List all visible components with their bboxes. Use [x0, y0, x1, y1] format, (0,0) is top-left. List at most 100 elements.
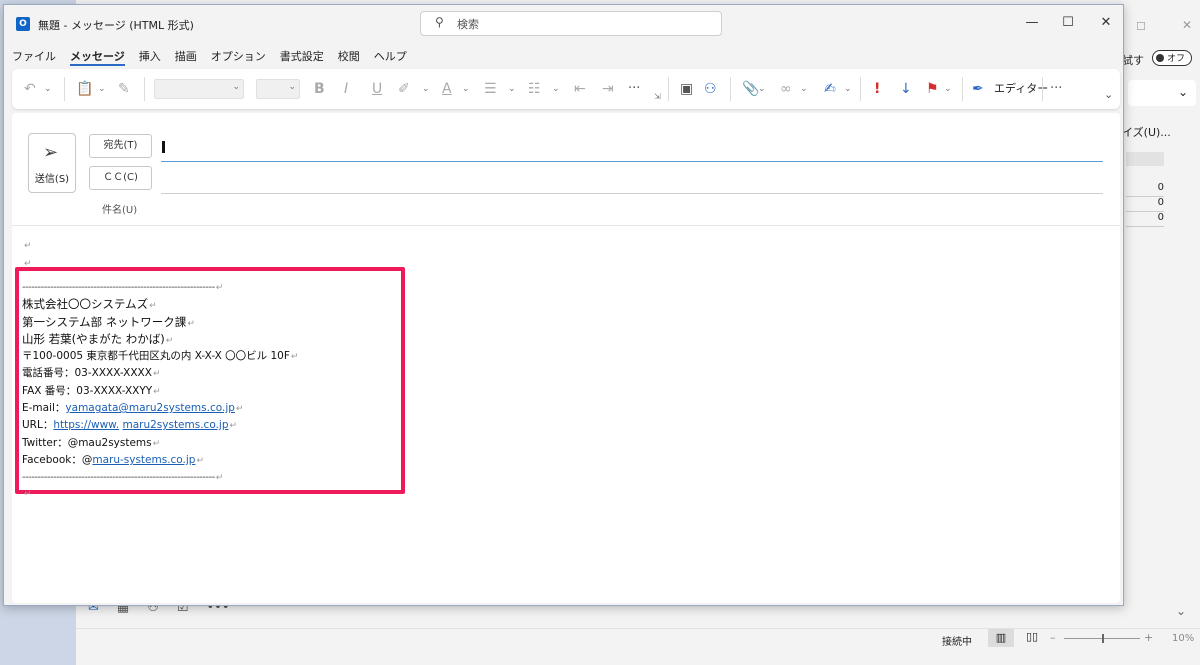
search-box[interactable]: ⚲: [420, 11, 722, 36]
signature-icon[interactable]: ✍: [824, 79, 836, 99]
menu-file[interactable]: ファイル: [12, 48, 56, 66]
low-importance-icon[interactable]: ↓: [900, 79, 912, 99]
ribbon-divider: [962, 77, 963, 101]
undo-icon[interactable]: ↶: [24, 79, 36, 99]
chevron-down-icon[interactable]: ⌄: [508, 79, 516, 99]
window-title: 無題 - メッセージ (HTML 形式): [38, 19, 194, 32]
italic-icon[interactable]: I: [344, 79, 348, 99]
url-link-part1[interactable]: https://www.: [53, 419, 119, 431]
paste-icon[interactable]: 📋: [76, 79, 93, 99]
high-importance-icon[interactable]: !: [874, 79, 880, 99]
increase-indent-icon[interactable]: ⇥: [602, 79, 614, 99]
check-names-icon[interactable]: ⚇: [704, 79, 717, 99]
more-format-icon[interactable]: ···: [628, 79, 640, 99]
bg-size-label[interactable]: イズ(U)...: [1122, 124, 1171, 140]
bg-header-row: [1126, 152, 1164, 166]
chevron-down-icon[interactable]: ⌄: [98, 79, 106, 99]
zoom-slider-thumb[interactable]: [1102, 634, 1104, 643]
status-bar: 接続中 ▥ ▯▯ – + 10%: [76, 628, 1200, 665]
chevron-down-icon[interactable]: ⌄: [800, 79, 808, 99]
chevron-down-icon[interactable]: ⌄: [944, 79, 952, 99]
menu-message[interactable]: メッセージ: [70, 48, 125, 66]
bg-dropdown[interactable]: ⌄: [1128, 80, 1196, 106]
font-size-select[interactable]: ⌄: [256, 79, 300, 99]
editor-button[interactable]: エディター: [994, 79, 1048, 99]
facebook-link[interactable]: maru-systems.co.jp: [92, 454, 195, 466]
outlook-icon: O: [16, 17, 30, 31]
format-painter-icon[interactable]: ✎: [118, 79, 130, 99]
bg-count-1: 0: [1157, 182, 1164, 193]
font-color-icon[interactable]: A: [442, 79, 452, 99]
address-book-icon[interactable]: ▣: [680, 79, 693, 99]
paragraph-mark: ↵: [153, 386, 161, 397]
cc-field[interactable]: [161, 193, 1103, 194]
to-button[interactable]: 宛先(T): [89, 134, 152, 158]
url-link-part2[interactable]: maru2systems.co.jp: [122, 419, 228, 431]
send-label: 送信(S): [34, 174, 70, 185]
menu-draw[interactable]: 描画: [175, 48, 197, 66]
chevron-down-icon[interactable]: ⌄: [552, 79, 560, 99]
signature-block[interactable]: ----------------------------------------…: [22, 279, 298, 487]
flag-icon[interactable]: ⚑: [926, 79, 939, 99]
email-link[interactable]: yamagata@maru2systems.co.jp: [65, 402, 234, 414]
menu-bar: ファイル メッセージ 挿入 描画 オプション 書式設定 校閲 ヘルプ: [12, 48, 407, 66]
zoom-in-icon[interactable]: +: [1144, 631, 1153, 644]
menu-format[interactable]: 書式設定: [280, 48, 324, 66]
bg-maximize-icon[interactable]: ☐: [1136, 20, 1146, 33]
decrease-indent-icon[interactable]: ⇤: [574, 79, 586, 99]
reading-view-icon[interactable]: ▯▯: [1026, 630, 1038, 643]
numbering-icon[interactable]: ☷: [528, 79, 541, 99]
minimize-button[interactable]: —: [1022, 15, 1042, 31]
underline-icon[interactable]: U: [372, 79, 382, 99]
text-cursor: [162, 141, 165, 153]
send-button[interactable]: ➢ 送信(S): [28, 133, 76, 193]
ribbon-toolbar: ↶ ⌄ 📋 ⌄ ✎ ⌄ ⌄ B I U ✐ ⌄ A ⌄ ☰ ⌄ ☷ ⌄ ⇤ ⇥ …: [12, 69, 1120, 109]
more-commands-icon[interactable]: ···: [1050, 79, 1062, 99]
bg-count-3: 0: [1157, 212, 1164, 223]
chevron-down-icon[interactable]: ⌄: [44, 79, 52, 99]
bg-toggle-switch[interactable]: オフ: [1152, 50, 1192, 66]
maximize-button[interactable]: ☐: [1058, 15, 1078, 31]
cc-button[interactable]: ＣＣ(C): [89, 166, 152, 190]
normal-view-icon[interactable]: ▥: [988, 629, 1014, 647]
dialog-launcher-icon[interactable]: ⇲: [654, 87, 661, 107]
chevron-down-icon[interactable]: ⌄: [462, 79, 470, 99]
bold-icon[interactable]: B: [314, 79, 325, 99]
chevron-down-icon: ⌄: [1177, 85, 1188, 99]
chevron-down-icon[interactable]: ⌄: [844, 79, 852, 99]
link-icon[interactable]: ∞: [780, 79, 792, 99]
signature-address: 〒100-0005 東京都千代田区丸の内 X-X-X 〇〇ビル 10F↵: [22, 348, 298, 365]
chevron-down-icon[interactable]: ⌄: [422, 79, 430, 99]
menu-options[interactable]: オプション: [211, 48, 266, 66]
paragraph-mark: ↵: [24, 241, 32, 251]
paragraph-mark: ↵: [187, 318, 195, 329]
phone-text: 電話番号：03-XXXX-XXXX: [22, 367, 152, 380]
ribbon-divider: [1042, 77, 1043, 101]
menu-insert[interactable]: 挿入: [139, 48, 161, 66]
menu-help[interactable]: ヘルプ: [374, 48, 407, 66]
compose-area: ➢ 送信(S) 宛先(T) ＣＣ(C) 件名(U) ↵ ↵ ----------…: [12, 113, 1120, 603]
paragraph-mark: ↵: [152, 369, 161, 380]
to-field[interactable]: [161, 161, 1103, 162]
attach-icon[interactable]: 📎: [742, 79, 759, 99]
zoom-out-icon[interactable]: –: [1050, 631, 1056, 644]
paragraph-mark: ↵: [24, 489, 32, 499]
signature-email: E-mail：yamagata@maru2systems.co.jp↵: [22, 400, 298, 417]
company-text: 株式会社〇〇システムズ: [22, 297, 149, 312]
subject-label: 件名(U): [102, 205, 138, 216]
chevron-down-icon[interactable]: ⌄: [758, 79, 766, 99]
zoom-level: 10%: [1172, 633, 1195, 644]
fax-text: FAX 番号：03-XXXX-XXYY: [22, 384, 153, 397]
scroll-down-icon[interactable]: ⌄: [1176, 604, 1186, 618]
highlight-icon[interactable]: ✐: [398, 79, 410, 99]
bg-close-icon[interactable]: ✕: [1182, 18, 1192, 32]
bullets-icon[interactable]: ☰: [484, 79, 497, 99]
editor-icon[interactable]: ✒: [972, 79, 984, 99]
ribbon-divider: [860, 77, 861, 101]
menu-review[interactable]: 校閲: [338, 48, 360, 66]
search-input[interactable]: [457, 16, 707, 32]
signature-name: 山形 若葉(やまがた わかば)↵: [22, 331, 298, 348]
font-family-select[interactable]: ⌄: [154, 79, 244, 99]
close-button[interactable]: ✕: [1096, 15, 1116, 31]
expand-ribbon-icon[interactable]: ⌄: [1104, 85, 1113, 105]
